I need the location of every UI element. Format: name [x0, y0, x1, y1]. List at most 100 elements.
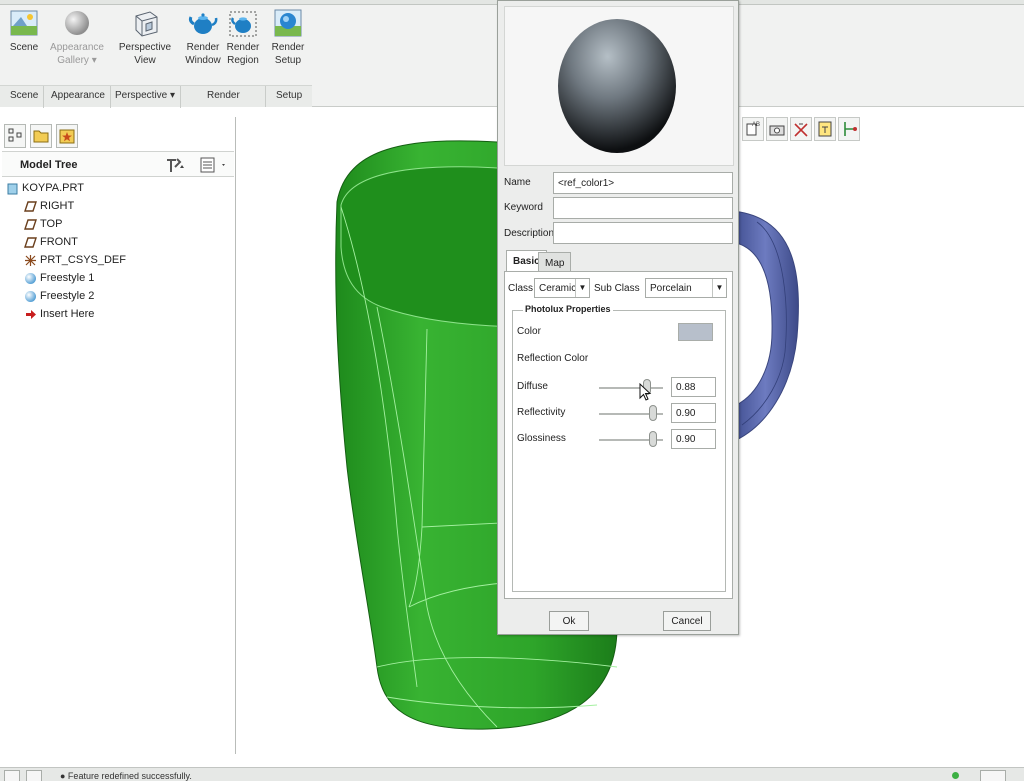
tree-item-part[interactable]: KOYPA.PRT [7, 182, 84, 195]
tree-item-label: RIGHT [40, 200, 75, 212]
csys-display-button[interactable] [838, 117, 860, 141]
selection-filter-icon[interactable] [980, 770, 1006, 781]
camera-icon [769, 125, 785, 136]
tree-item-top-plane[interactable]: TOP [24, 218, 63, 230]
teapot-region-icon [229, 11, 257, 37]
freestyle-icon [25, 273, 36, 284]
group-perspective[interactable]: Perspective ▾ [115, 90, 175, 101]
basic-tab-panel: Class Ceramic ▼ Sub Class Porcelain ▼ Ph… [504, 271, 733, 599]
reflectivity-label: Reflectivity [517, 407, 566, 418]
tree-item-insert-here[interactable]: Insert Here [26, 308, 94, 320]
tree-item-label: KOYPA.PRT [22, 182, 84, 194]
render-window-button[interactable]: Render Window [184, 8, 222, 67]
name-label: Name [504, 177, 531, 188]
render-window-label-2: Window [185, 55, 221, 66]
description-label: Description [504, 228, 555, 239]
render-setup-icon [274, 9, 302, 37]
render-setup-label-1: Render [271, 42, 305, 53]
color-swatch[interactable] [678, 323, 713, 341]
svg-text:AB: AB [752, 122, 760, 128]
render-region-label-1: Render [226, 42, 260, 53]
preview-sphere [558, 19, 676, 153]
appearance-gallery-label-2: Gallery ▾ [57, 55, 97, 66]
browser-toggle-icon[interactable] [26, 770, 42, 781]
keyword-field[interactable] [553, 197, 733, 219]
glossiness-slider-thumb[interactable] [649, 431, 657, 447]
group-scene: Scene [10, 90, 39, 101]
status-bar: ● Feature redefined successfully. [0, 767, 1024, 781]
diffuse-value[interactable]: 0.88 [671, 377, 716, 397]
scene-button[interactable]: Scene [6, 8, 42, 54]
tree-item-csys[interactable]: PRT_CSYS_DEF [25, 254, 126, 266]
chevron-down-icon: ▼ [712, 279, 726, 297]
tree-item-label: Freestyle 1 [40, 272, 95, 284]
group-render: Render [207, 90, 240, 101]
tree-item-freestyle-1[interactable]: Freestyle 1 [25, 272, 95, 284]
sphere-icon [65, 11, 89, 35]
appearance-preview [504, 6, 734, 166]
scene-icon [10, 10, 38, 36]
subclass-select[interactable]: Porcelain ▼ [645, 278, 727, 298]
color-label: Color [517, 326, 541, 337]
perspective-view-label-1: Perspective [118, 42, 172, 53]
chevron-down-icon: ▼ [575, 279, 589, 297]
subclass-label: Sub Class [594, 283, 640, 294]
perspective-view-button[interactable]: Perspective View [114, 8, 176, 67]
diffuse-label: Diffuse [517, 381, 548, 392]
tree-item-right-plane[interactable]: RIGHT [24, 200, 75, 212]
favorites-tab[interactable] [56, 124, 78, 148]
appearance-editor-dialog: Name <ref_color1> Keyword Description Ba… [497, 0, 739, 635]
annotation-display-button[interactable]: AB [742, 117, 764, 141]
tree-item-label: TOP [40, 218, 63, 230]
reflectivity-slider-thumb[interactable] [649, 405, 657, 421]
tree-item-freestyle-2[interactable]: Freestyle 2 [25, 290, 94, 302]
group-divider [110, 86, 111, 108]
navigator-toggle-icon[interactable] [4, 770, 20, 781]
perspective-view-label-2: View [134, 55, 156, 66]
saved-views-button[interactable] [766, 117, 788, 141]
ribbon-group-bar: Scene Appearance Perspective ▾ Render Se… [0, 85, 312, 108]
tree-filter-icon[interactable] [198, 156, 230, 174]
spin-center-button[interactable] [814, 117, 836, 141]
group-divider [180, 86, 181, 108]
render-region-button[interactable]: Render Region [224, 8, 262, 67]
keyword-label: Keyword [504, 202, 543, 213]
datum-plane-icon [24, 219, 37, 230]
render-window-label-1: Render [186, 42, 220, 53]
render-region-label-2: Region [227, 55, 259, 66]
group-divider [43, 86, 44, 108]
datum-display-button[interactable] [790, 117, 812, 141]
class-select-value: Ceramic [539, 283, 577, 294]
spin-center-icon [818, 121, 832, 137]
freestyle-icon [25, 291, 36, 302]
render-setup-button[interactable]: Render Setup [268, 8, 308, 67]
csys-display-icon [844, 122, 857, 136]
model-tree-panel: Model Tree KOYPA.PRT RIGHT TOP FRONT PRT… [0, 117, 236, 754]
name-field[interactable]: <ref_color1> [553, 172, 733, 194]
group-appearance: Appearance [51, 90, 105, 101]
perspective-cube-icon [135, 11, 158, 37]
appearance-gallery-button[interactable]: Appearance Gallery ▾ [46, 8, 108, 67]
group-divider [265, 86, 266, 108]
tree-item-label: FRONT [40, 236, 78, 248]
part-icon [7, 183, 18, 195]
description-field[interactable] [553, 222, 733, 244]
diffuse-slider-track[interactable] [599, 387, 663, 389]
teapot-icon [188, 13, 218, 34]
tab-map[interactable]: Map [538, 252, 572, 272]
appearance-gallery-label-1: Appearance [50, 42, 104, 53]
tree-icon [8, 128, 22, 142]
group-setup: Setup [276, 90, 303, 101]
reflectivity-value[interactable]: 0.90 [671, 403, 716, 423]
glossiness-label: Glossiness [517, 433, 566, 444]
reflection-color-label: Reflection Color [517, 353, 589, 364]
model-tree-header: Model Tree [2, 151, 234, 177]
glossiness-value[interactable]: 0.90 [671, 429, 716, 449]
tree-settings-icon[interactable] [164, 156, 184, 174]
model-tree-tab[interactable] [4, 124, 26, 148]
folder-browser-tab[interactable] [30, 124, 52, 148]
class-select[interactable]: Ceramic ▼ [534, 278, 590, 298]
tree-item-front-plane[interactable]: FRONT [24, 236, 78, 248]
cancel-button[interactable]: Cancel [663, 611, 711, 631]
ok-button[interactable]: Ok [549, 611, 589, 631]
